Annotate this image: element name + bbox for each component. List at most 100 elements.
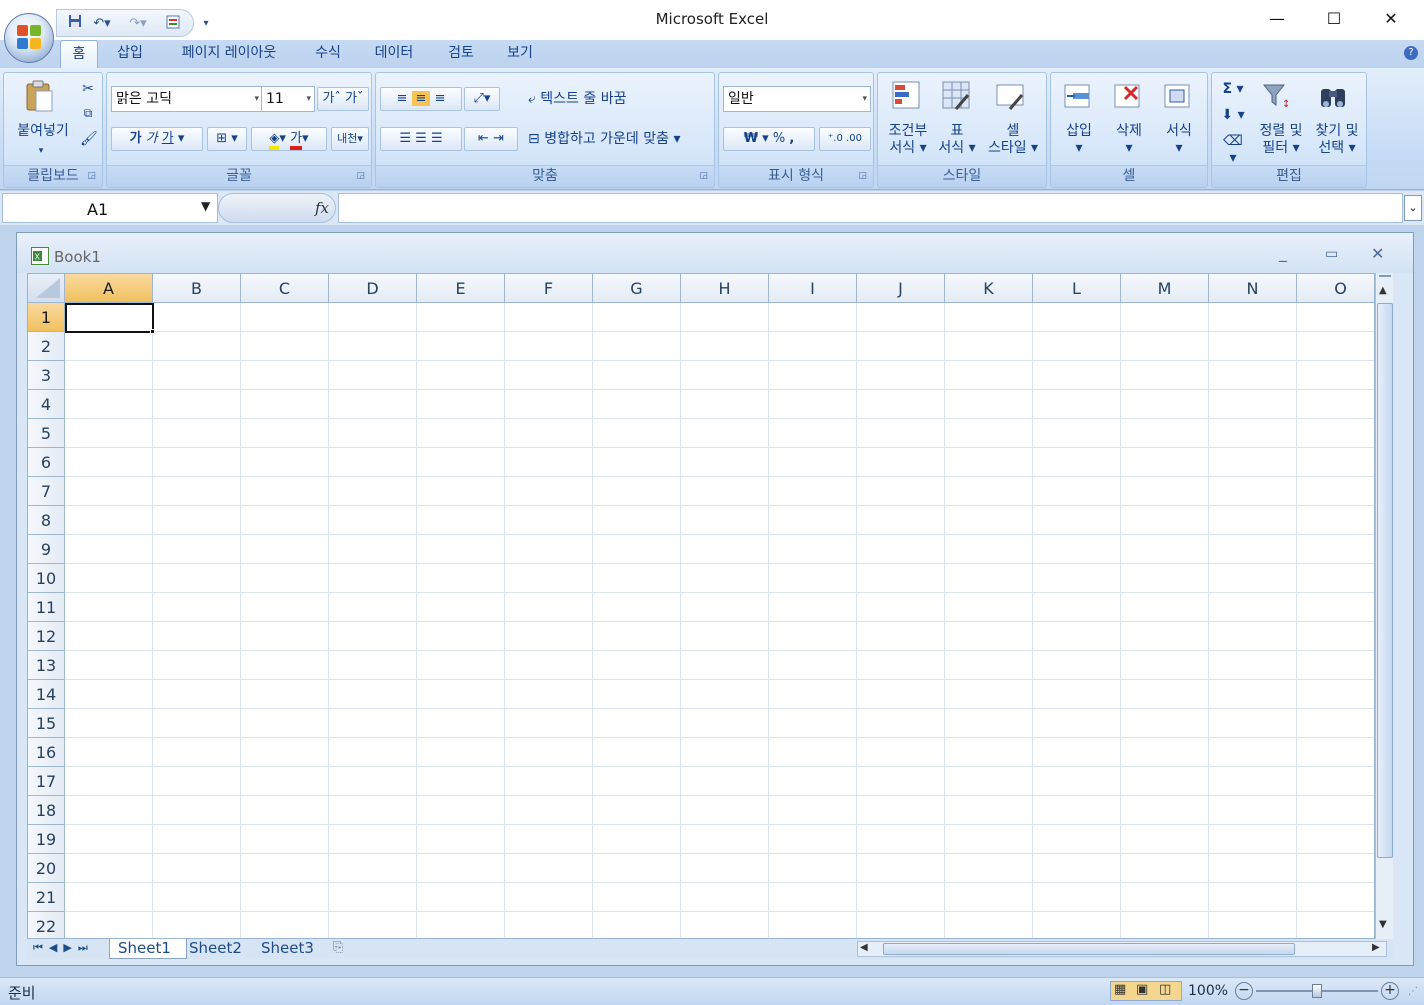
scroll-down-icon[interactable]: ▼	[1379, 919, 1387, 930]
row-header[interactable]: 17	[28, 767, 65, 796]
help-icon[interactable]: ?	[1404, 46, 1418, 60]
tab-view[interactable]: 보기	[496, 40, 544, 68]
tab-data[interactable]: 데이터	[364, 40, 424, 68]
zoom-slider-thumb[interactable]	[1312, 984, 1322, 998]
column-header[interactable]: C	[241, 274, 329, 303]
format-cells-icon[interactable]	[1163, 81, 1195, 113]
insert-function-button[interactable]: fx	[315, 199, 329, 217]
sort-filter-button[interactable]: 정렬 및 필터 ▾	[1252, 123, 1310, 157]
decrease-indent-icon[interactable]: ⇤	[478, 131, 489, 146]
delete-cells-icon[interactable]	[1113, 81, 1145, 113]
increase-indent-icon[interactable]: ⇥	[493, 131, 504, 146]
fill-color-icon[interactable]: ◈	[269, 131, 280, 150]
conditional-format-button[interactable]: 조건부 서식 ▾	[880, 123, 936, 157]
zoom-in-icon[interactable]: +	[1381, 982, 1399, 1000]
grow-font-button[interactable]: 가	[322, 91, 334, 106]
row-header[interactable]: 14	[28, 680, 65, 709]
align-bottom-icon[interactable]: ≡	[435, 91, 446, 106]
close-button[interactable]: ✕	[1362, 0, 1420, 40]
workbook-minimize-button[interactable]: _	[1279, 243, 1287, 262]
row-header[interactable]: 15	[28, 709, 65, 738]
column-header[interactable]: B	[153, 274, 241, 303]
scroll-right-icon[interactable]: ▶	[1372, 942, 1380, 953]
autosum-button[interactable]: Σ ▾	[1218, 81, 1248, 98]
tab-page-layout[interactable]: 페이지 레이아웃	[166, 40, 292, 68]
split-box-icon[interactable]	[1379, 275, 1391, 283]
fill-handle[interactable]	[150, 329, 155, 334]
column-header[interactable]: L	[1033, 274, 1121, 303]
bold-button[interactable]: 가	[130, 131, 142, 146]
font-grow-shrink-buttons[interactable]: 가ˆ 가ˇ	[317, 87, 369, 111]
cell-styles-button[interactable]: 셀 스타일 ▾	[982, 123, 1044, 157]
row-header[interactable]: 20	[28, 854, 65, 883]
sheet-tab-2[interactable]: Sheet2	[187, 939, 259, 959]
vertical-scrollbar[interactable]: ▲ ▼	[1375, 273, 1393, 939]
format-painter-icon[interactable]: 🖌	[80, 131, 98, 148]
sheet-tab-3[interactable]: Sheet3	[259, 939, 331, 959]
column-header[interactable]: J	[857, 274, 945, 303]
tab-formulas[interactable]: 수식	[304, 40, 352, 68]
conditional-format-icon[interactable]	[892, 81, 924, 113]
comma-button[interactable]: ,	[789, 131, 794, 146]
scroll-up-icon[interactable]: ▲	[1379, 285, 1387, 296]
orientation-button[interactable]: ⤢▾	[464, 87, 500, 111]
formula-input[interactable]	[338, 193, 1403, 223]
percent-button[interactable]: %	[773, 131, 785, 146]
column-header[interactable]: M	[1121, 274, 1209, 303]
table-format-button[interactable]: 표 서식 ▾	[934, 123, 980, 157]
page-layout-view-icon[interactable]: ▣	[1136, 982, 1148, 997]
format-cells-button[interactable]: 서식 ▾	[1155, 123, 1203, 157]
row-header[interactable]: 19	[28, 825, 65, 854]
tab-home[interactable]: 홈	[60, 40, 98, 68]
font-color-button[interactable]: 가	[290, 131, 303, 150]
alignment-launcher-icon[interactable]: ◲	[699, 171, 708, 181]
column-header[interactable]: O	[1297, 274, 1374, 303]
underline-button[interactable]: 가	[162, 131, 174, 146]
phonetic-button[interactable]: 내천▾	[331, 127, 369, 151]
row-header[interactable]: 13	[28, 651, 65, 680]
font-launcher-icon[interactable]: ◲	[356, 171, 365, 181]
row-header[interactable]: 4	[28, 390, 65, 419]
row-header[interactable]: 21	[28, 883, 65, 912]
shrink-font-button[interactable]: 가	[345, 91, 357, 106]
column-header[interactable]: A	[65, 274, 153, 303]
redo-icon[interactable]: ↷▾	[125, 14, 151, 34]
sheet-tab-1[interactable]: Sheet1	[109, 939, 187, 959]
zoom-out-icon[interactable]: −	[1235, 982, 1253, 1000]
borders-button[interactable]: ⊞ ▾	[207, 127, 247, 151]
fill-button[interactable]: ⬇ ▾	[1218, 107, 1248, 124]
column-header[interactable]: E	[417, 274, 505, 303]
tab-insert[interactable]: 삽입	[108, 40, 152, 68]
column-header[interactable]: D	[329, 274, 417, 303]
scroll-left-icon[interactable]: ◀	[860, 942, 868, 953]
insert-cells-button[interactable]: 삽입 ▾	[1055, 123, 1103, 157]
currency-button[interactable]: ₩	[744, 131, 758, 146]
quick-print-icon[interactable]	[163, 14, 183, 34]
wrap-text-button[interactable]: ⤶ 텍스트 줄 바꿈	[528, 91, 678, 108]
row-header[interactable]: 11	[28, 593, 65, 622]
active-cell[interactable]	[65, 303, 154, 333]
undo-icon[interactable]: ↶▾	[89, 14, 115, 34]
row-header[interactable]: 10	[28, 564, 65, 593]
paste-icon[interactable]	[24, 79, 56, 112]
clear-button[interactable]: ⌫ ▾	[1218, 133, 1248, 167]
customize-qat-icon[interactable]: ▾	[200, 14, 212, 34]
merge-center-button[interactable]: ⊟ 병합하고 가운데 맞춤 ▾	[528, 131, 714, 148]
row-header[interactable]: 5	[28, 419, 65, 448]
row-header[interactable]: 7	[28, 477, 65, 506]
vertical-scroll-thumb[interactable]	[1377, 303, 1393, 858]
minimize-button[interactable]: —	[1248, 0, 1306, 40]
insert-cells-icon[interactable]	[1063, 81, 1095, 113]
workbook-close-button[interactable]: ✕	[1371, 244, 1384, 263]
italic-button[interactable]: 가	[146, 131, 158, 146]
insert-sheet-icon[interactable]: ⎘	[333, 940, 343, 955]
horizontal-scrollbar[interactable]: ◀ ▶	[857, 941, 1387, 957]
paste-dropdown-icon[interactable]: ▾	[34, 143, 48, 160]
align-center-icon[interactable]: ☰	[415, 131, 427, 146]
column-header[interactable]: K	[945, 274, 1033, 303]
row-header[interactable]: 2	[28, 332, 65, 361]
align-right-icon[interactable]: ☰	[431, 131, 443, 146]
row-header[interactable]: 8	[28, 506, 65, 535]
row-header[interactable]: 6	[28, 448, 65, 477]
row-header[interactable]: 22	[28, 912, 65, 938]
